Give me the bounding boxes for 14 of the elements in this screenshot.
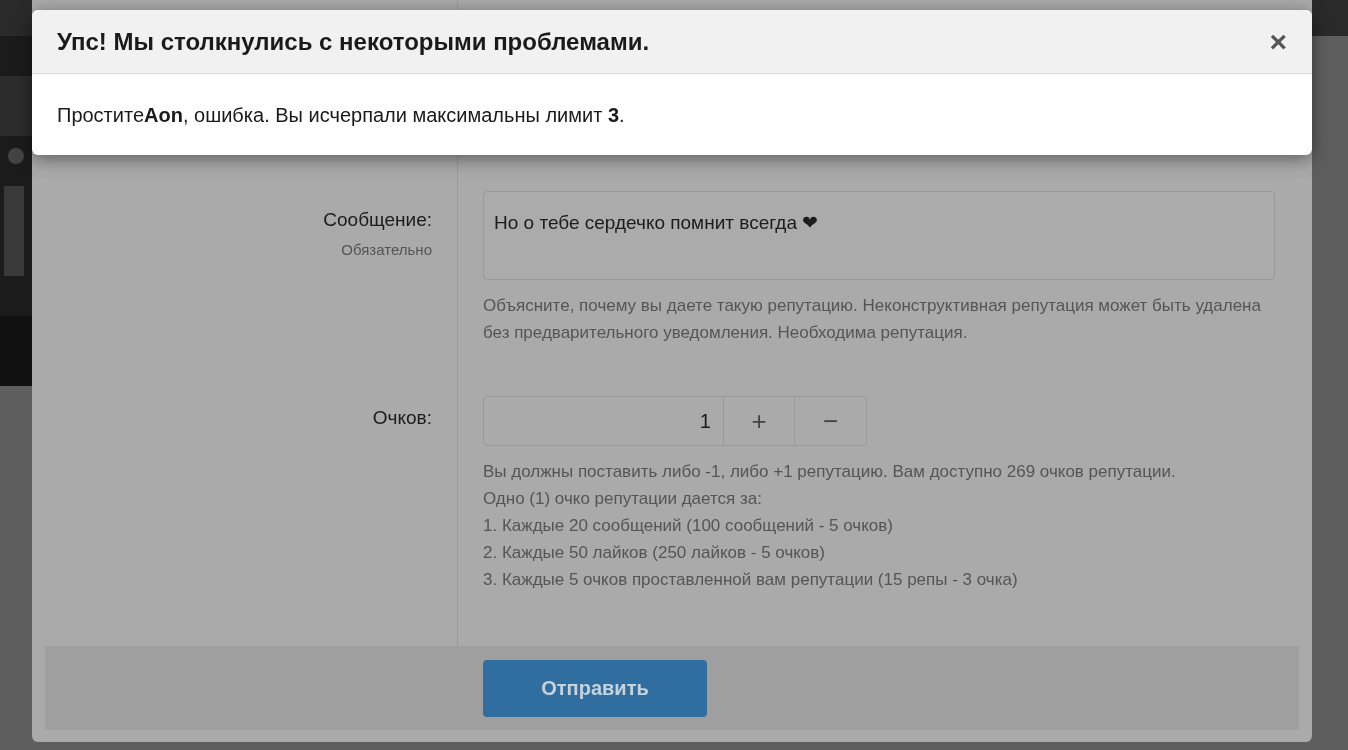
submit-button[interactable]: Отправить	[483, 659, 707, 717]
message-field[interactable]: Но о тебе сердечко помнит всегда ❤	[483, 191, 1275, 280]
required-hint: Обязательно	[341, 239, 432, 260]
help-text: 1. Каждые 20 сообщений (100 сообщений - 5 очков)	[483, 515, 894, 537]
help-text: 3. Каждые 5 очков проставленной вам репутации (15 репы - 3 очка)	[483, 569, 1019, 591]
help-text: Вы должны поставить либо -1, либо +1 репутацию. Вам доступно 269 очков репутации.	[483, 461, 1177, 483]
close-button[interactable]: ×	[1269, 26, 1287, 57]
field-label: Очков:	[372, 406, 432, 430]
error-message: ПроститеAon, ошибка. Вы исчерпали максимальны лимит 3.	[57, 102, 625, 128]
help-text: 2. Каждые 50 лайков (250 лайков - 5 очков)	[483, 542, 827, 564]
help-text: Одно (1) очко репутации дается за:	[483, 488, 763, 510]
field-label: Сообщение:	[323, 208, 432, 232]
dialog-title: Упс! Мы столкнулись с некоторыми проблемами.	[57, 26, 650, 57]
help-text: Объясните, почему вы даете такую репутацию. Неконструктивная репутация может быть удалена без предварительного уведомления. Необходима репутация.	[483, 295, 1262, 344]
